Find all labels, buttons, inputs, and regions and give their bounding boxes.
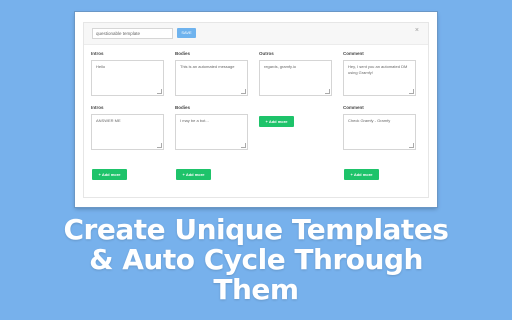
caption-line-1: Create Unique Templates (63, 213, 449, 246)
comment-label: Comment (343, 51, 364, 56)
intros-label: Intros (91, 51, 104, 56)
promo-caption: Create Unique Templates & Auto Cycle Thr… (0, 215, 512, 305)
editor-toolbar: questionable template SAVE × (84, 23, 428, 45)
intro-textarea[interactable]: Hello (91, 60, 164, 96)
add-body-button[interactable]: + Add more (176, 169, 211, 180)
comment-textarea[interactable]: Check Gramfy - Gramfy (343, 114, 416, 150)
bodies-label: Bodies (175, 51, 191, 56)
caption-line-3: Them (213, 273, 299, 306)
body-textarea[interactable]: This is an automated message (175, 60, 248, 96)
template-editor-panel: questionable template SAVE × Intros Bodi… (83, 22, 429, 198)
intros-label: Intros (91, 105, 104, 110)
comment-label: Comment (343, 105, 364, 110)
intro-textarea[interactable]: ANSWER ME (91, 114, 164, 150)
close-icon[interactable]: × (415, 27, 419, 35)
app-screenshot: questionable template SAVE × Intros Bodi… (75, 12, 437, 207)
outro-textarea[interactable]: regards, gramfy.io (259, 60, 332, 96)
bodies-label: Bodies (175, 105, 191, 110)
add-intro-button[interactable]: + Add more (92, 169, 127, 180)
caption-line-2: & Auto Cycle Through (89, 243, 423, 276)
outros-label: Outros (259, 51, 274, 56)
add-comment-button[interactable]: + Add more (344, 169, 379, 180)
save-button[interactable]: SAVE (177, 28, 196, 38)
body-textarea[interactable]: I may be a bot... (175, 114, 248, 150)
template-name-input[interactable]: questionable template (92, 28, 173, 39)
add-outro-button[interactable]: + Add more (259, 116, 294, 127)
comment-textarea[interactable]: Hey, I sent you an automated DM using Gr… (343, 60, 416, 96)
